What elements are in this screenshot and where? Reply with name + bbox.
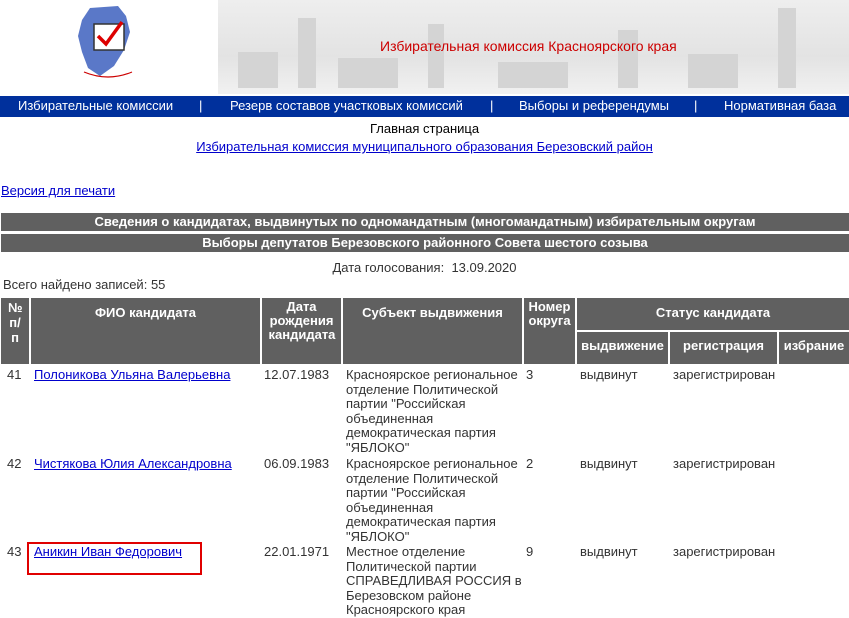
row-subject: Красноярское региональное отделение Поли… xyxy=(346,456,518,544)
candidate-link[interactable]: Полоникова Ульяна Валерьевна xyxy=(34,367,230,382)
records-found-label: Всего найдено записей: xyxy=(3,277,148,292)
candidate-link[interactable]: Чистякова Юлия Александровна xyxy=(34,456,232,471)
row-num: 41 xyxy=(7,367,22,382)
row-birth: 22.01.1971 xyxy=(264,544,330,559)
col-subject: Субъект выдвижения xyxy=(343,298,522,364)
col-election: избрание xyxy=(779,332,849,364)
records-found: Всего найдено записей: 55 xyxy=(3,277,165,292)
row-registration: зарегистрирован xyxy=(673,544,776,559)
row-district: 9 xyxy=(526,544,534,559)
nav-separator: | xyxy=(694,98,698,113)
nav-separator: | xyxy=(490,98,494,113)
row-subject: Местное отделение Политической партии СП… xyxy=(346,544,522,617)
nav-separator: | xyxy=(199,98,203,113)
row-registration: зарегистрирован xyxy=(673,367,776,382)
site-banner: Избирательная комиссия Красноярского кра… xyxy=(0,0,849,94)
report-title: Сведения о кандидатах, выдвинутых по одн… xyxy=(1,213,849,231)
col-registration: регистрация xyxy=(670,332,777,364)
col-nomination: выдвижение xyxy=(577,332,668,364)
row-birth: 06.09.1983 xyxy=(264,456,330,471)
row-nomination: выдвинут xyxy=(580,456,638,471)
row-district: 3 xyxy=(526,367,534,382)
row-registration: зарегистрирован xyxy=(673,456,776,471)
nav-regulations[interactable]: Нормативная база xyxy=(724,98,836,113)
row-birth: 12.07.1983 xyxy=(264,367,330,382)
col-birth: Дата рождения кандидата xyxy=(262,298,341,364)
site-title: Избирательная комиссия Красноярского кра… xyxy=(380,38,677,54)
main-nav: Избирательные комиссии | Резерв составов… xyxy=(0,96,849,117)
nav-reserve-commissions[interactable]: Резерв составов участковых комиссий xyxy=(230,98,463,113)
col-num: № п/п xyxy=(1,298,29,364)
breadcrumb-home[interactable]: Главная страница xyxy=(0,121,849,136)
row-subject: Красноярское региональное отделение Поли… xyxy=(346,367,518,455)
nav-elections-referendums[interactable]: Выборы и референдумы xyxy=(519,98,669,113)
breadcrumb-district-link[interactable]: Избирательная комиссия муниципального об… xyxy=(196,139,653,154)
records-found-count: 55 xyxy=(150,277,166,292)
row-num: 43 xyxy=(7,544,22,559)
election-title: Выборы депутатов Березовского районного … xyxy=(1,234,849,252)
col-name: ФИО кандидата xyxy=(31,298,260,364)
candidate-highlight-box xyxy=(27,542,202,575)
nav-electoral-commissions[interactable]: Избирательные комиссии xyxy=(18,98,173,113)
col-status: Статус кандидата xyxy=(577,298,849,330)
print-version-link[interactable]: Версия для печати xyxy=(1,183,115,198)
row-nomination: выдвинут xyxy=(580,544,638,559)
col-district: Номер округа xyxy=(524,298,575,364)
row-nomination: выдвинут xyxy=(580,367,638,382)
vote-date-label: Дата голосования: xyxy=(332,260,445,275)
row-district: 2 xyxy=(526,456,534,471)
commission-logo-icon xyxy=(78,6,133,78)
row-num: 42 xyxy=(7,456,22,471)
vote-date: Дата голосования: 13.09.2020 xyxy=(0,260,849,275)
vote-date-value: 13.09.2020 xyxy=(451,260,517,275)
